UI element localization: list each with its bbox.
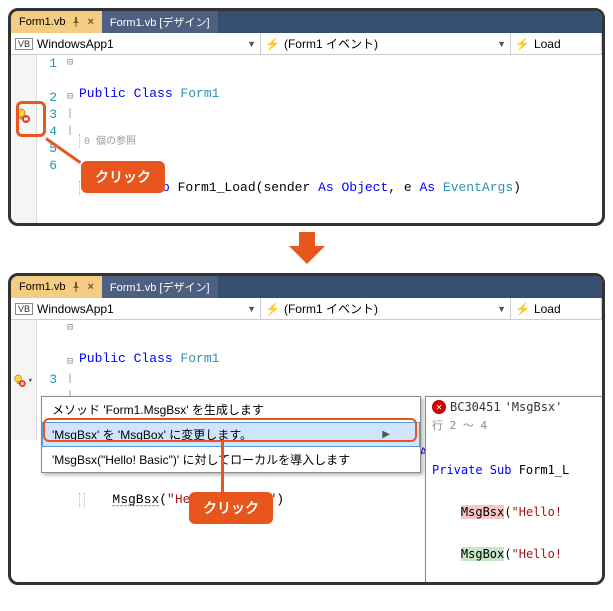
member-name: Load <box>534 302 561 316</box>
project-name: WindowsApp1 <box>37 302 114 316</box>
editor-panel-before: Form1.vb × Form1.vb [デザイン] VB WindowsApp… <box>8 8 605 226</box>
scope-dropdown[interactable]: ⚡ (Form1 イベント) ▼ <box>261 298 511 319</box>
scope-name: (Form1 イベント) <box>284 35 378 52</box>
callout-label: クリック <box>81 161 165 193</box>
chevron-down-icon: ▼ <box>497 39 506 49</box>
callout-label: クリック <box>189 492 273 524</box>
bolt-icon: ⚡ <box>515 37 530 51</box>
code-editor[interactable]: 1 2 3 4 5 6 ⊟⊟ || Public Class Form1 0 個… <box>11 55 602 225</box>
qa-item-introduce-local[interactable]: 'MsgBsx("Hello! Basic")' に対してローカルを導入します <box>42 447 420 472</box>
vb-icon: VB <box>15 303 33 315</box>
tab-label: Form1.vb [デザイン] <box>110 279 210 295</box>
nav-bar: VB WindowsApp1 ▼ ⚡ (Form1 イベント) ▼ ⚡ Load <box>11 298 602 320</box>
vb-icon: VB <box>15 38 33 50</box>
lightbulb-icon[interactable] <box>13 106 33 126</box>
callout-connector <box>221 442 224 492</box>
pin-icon[interactable] <box>71 282 81 292</box>
chevron-down-icon: ▼ <box>497 304 506 314</box>
error-icon: ✕ <box>432 400 446 414</box>
member-name: Load <box>534 37 561 51</box>
lightbulb-icon[interactable]: ▾ <box>13 371 33 391</box>
close-icon[interactable]: × <box>87 16 93 28</box>
fix-preview-pane: ✕ BC30451 'MsgBsx' 行 2 ～ 4 Private Sub F… <box>425 396 605 585</box>
error-code: BC30451 <box>450 400 501 414</box>
bolt-icon: ⚡ <box>515 302 530 316</box>
project-dropdown[interactable]: VB WindowsApp1 ▼ <box>11 298 261 319</box>
tab-label: Form1.vb [デザイン] <box>110 14 210 30</box>
tab-label: Form1.vb <box>19 16 65 28</box>
tab-form1-design[interactable]: Form1.vb [デザイン] <box>102 11 218 33</box>
flow-arrow-icon <box>8 230 605 269</box>
member-dropdown[interactable]: ⚡ Load <box>511 298 602 319</box>
code-text[interactable]: Public Class Form1 0 個の参照 Private Sub Fo… <box>77 55 602 225</box>
tab-form1-vb[interactable]: Form1.vb × <box>11 11 102 33</box>
glyph-margin: ▾ <box>11 320 37 440</box>
qa-item-generate-method[interactable]: メソッド 'Form1.MsgBsx' を生成します <box>42 397 420 422</box>
chevron-down-icon: ▼ <box>247 39 256 49</box>
pin-icon[interactable] <box>71 17 81 27</box>
tab-bar: Form1.vb × Form1.vb [デザイン] <box>11 276 602 298</box>
scope-dropdown[interactable]: ⚡ (Form1 イベント) ▼ <box>261 33 511 54</box>
glyph-margin <box>11 55 37 225</box>
bolt-icon: ⚡ <box>265 37 280 51</box>
preview-code: Private Sub Form1_L MsgBsx("Hello! MsgBo… <box>426 435 604 585</box>
qa-item-rename-msgbox[interactable]: 'MsgBsx' を 'MsgBox' に変更します。 ▶ <box>42 422 420 447</box>
member-dropdown[interactable]: ⚡ Load <box>511 33 602 54</box>
preview-error-header: ✕ BC30451 'MsgBsx' <box>426 397 604 417</box>
chevron-down-icon: ▼ <box>247 304 256 314</box>
tab-label: Form1.vb <box>19 281 65 293</box>
editor-panel-after: Form1.vb × Form1.vb [デザイン] VB WindowsApp… <box>8 273 605 585</box>
fold-gutter[interactable]: ⊟⊟ || <box>63 55 77 225</box>
tab-form1-vb[interactable]: Form1.vb × <box>11 276 102 298</box>
project-name: WindowsApp1 <box>37 37 114 51</box>
bolt-icon: ⚡ <box>265 302 280 316</box>
quick-actions-menu: メソッド 'Form1.MsgBsx' を生成します 'MsgBsx' を 'M… <box>41 396 421 473</box>
project-dropdown[interactable]: VB WindowsApp1 ▼ <box>11 33 261 54</box>
scope-name: (Form1 イベント) <box>284 300 378 317</box>
error-msg: 'MsgBsx' <box>505 400 563 414</box>
tab-bar: Form1.vb × Form1.vb [デザイン] <box>11 11 602 33</box>
tab-form1-design[interactable]: Form1.vb [デザイン] <box>102 276 218 298</box>
close-icon[interactable]: × <box>87 281 93 293</box>
preview-range: 行 2 ～ 4 <box>426 417 604 435</box>
nav-bar: VB WindowsApp1 ▼ ⚡ (Form1 イベント) ▼ ⚡ Load <box>11 33 602 55</box>
chevron-right-icon: ▶ <box>382 429 390 440</box>
